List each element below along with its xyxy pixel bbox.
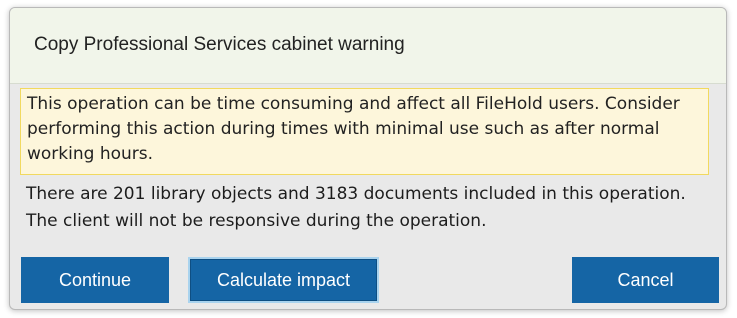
calculate-impact-button[interactable]: Calculate impact <box>188 257 379 303</box>
cancel-button[interactable]: Cancel <box>572 257 719 303</box>
dialog-title: Copy Professional Services cabinet warni… <box>34 34 405 55</box>
continue-button[interactable]: Continue <box>21 257 169 303</box>
info-message: There are 201 library objects and 3183 d… <box>26 184 686 231</box>
dialog-titlebar: Copy Professional Services cabinet warni… <box>10 8 726 84</box>
warning-message: This operation can be time consuming and… <box>20 88 709 175</box>
